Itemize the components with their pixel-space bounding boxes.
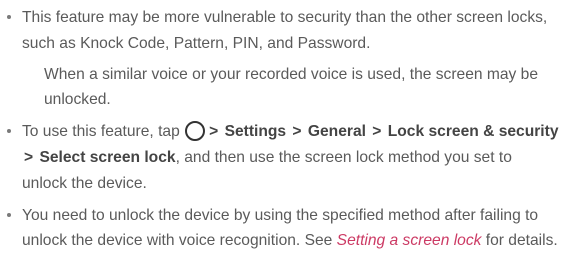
path-separator: > [292,123,302,141]
document-body: This feature may be more vulnerable to s… [0,0,569,254]
list-item-setup-path: To use this feature, tap > Settings > Ge… [0,119,561,196]
path-settings: Settings [224,123,287,141]
fallback-details-text: for details. [485,232,558,250]
path-lock-screen-security: Lock screen & security [387,123,559,141]
setting-screen-lock-link[interactable]: Setting a screen lock [337,232,482,249]
bullet-dot [7,15,11,19]
security-warning-text: This feature may be more vulnerable to s… [22,9,548,52]
list-item-security-note: This feature may be more vulnerable to s… [0,5,561,113]
list-item-fallback-unlock: You need to unlock the device by using t… [0,203,561,255]
path-separator: > [372,123,382,141]
setup-intro-text: To use this feature, tap [22,123,180,141]
path-select-screen-lock: Select screen lock [39,148,176,166]
home-button-icon [185,121,206,142]
path-separator: > [24,148,34,166]
bullet-dot [7,212,11,217]
path-general: General [307,123,366,141]
path-separator: > [209,123,219,141]
voice-note-text: When a similar voice or your recorded vo… [44,65,539,109]
bullet-dot [7,129,11,134]
